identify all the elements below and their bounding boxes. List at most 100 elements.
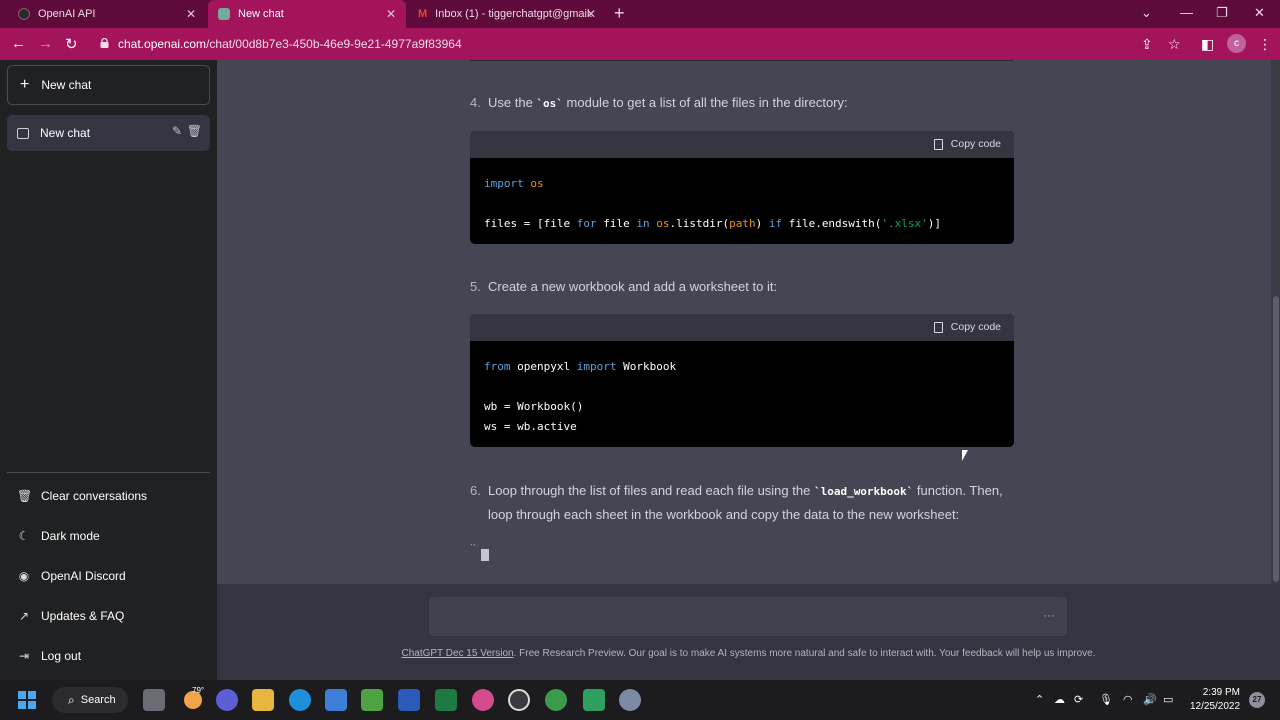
clipboard-icon (933, 321, 943, 333)
tab-openai-api[interactable]: OpenAI API ✕ (8, 0, 206, 28)
chat-title: New chat (40, 126, 91, 140)
taskbar-clock[interactable]: 2:39 PM 12/25/2022 (1190, 686, 1240, 714)
side-panel-icon[interactable]: ◧ (1201, 36, 1214, 53)
reload-icon[interactable]: ↻ (65, 35, 78, 53)
step-4-text: 4. Use the `os` module to get a list of a… (470, 91, 848, 116)
edit-pencil-icon[interactable]: ✎ (172, 124, 182, 138)
sidebar-item-clear-conversations[interactable]: 🗑 Clear conversations (7, 478, 210, 514)
chrome-icon[interactable] (545, 689, 567, 711)
weather-widget[interactable]: 79° (184, 686, 204, 709)
sidebar-item-openai-discord[interactable]: ◉ OpenAI Discord (7, 558, 210, 594)
step-number: 6. (470, 483, 481, 498)
forward-arrow-icon[interactable]: → (38, 35, 53, 52)
footer-text: . Free Research Preview. Our goal is to … (513, 648, 1096, 659)
sync-icon[interactable]: ⟳ (1074, 693, 1083, 706)
chat-app-icon[interactable] (216, 689, 238, 711)
tab-gmail-inbox[interactable]: M Inbox (1) - tiggerchatgpt@gmail. ✕ (408, 0, 606, 28)
discord-icon: ◉ (18, 569, 30, 583)
footer-disclaimer: ChatGPT Dec 15 Version. Free Research Pr… (217, 648, 1280, 659)
share-icon[interactable]: ⇪ (1141, 36, 1153, 53)
new-tab-icon[interactable]: + (614, 3, 625, 24)
step-6-continuation: loop through each sheet in the workbook … (488, 507, 960, 522)
volume-icon[interactable]: 🔊 (1143, 693, 1157, 706)
messaging-app-icon[interactable] (583, 689, 605, 711)
moon-icon: ☾ (18, 529, 30, 543)
code-block-header: Copy code (470, 131, 1014, 158)
scrollbar-thumb[interactable] (1273, 296, 1279, 582)
cloud-icon[interactable]: ☁ (1054, 693, 1065, 706)
word-icon[interactable] (398, 689, 420, 711)
wifi-icon[interactable]: ◠ (1123, 693, 1133, 706)
window-close-icon[interactable]: ✕ (1254, 5, 1265, 21)
step-number: 5. (470, 279, 481, 294)
chat-bubble-icon (17, 127, 29, 139)
code-content: from openpyxl import Workbook wb = Workb… (484, 360, 677, 433)
step-number: 4. (470, 95, 481, 110)
tab-label: OpenAI API (38, 8, 96, 20)
edge-icon[interactable] (289, 689, 311, 711)
delete-trash-icon[interactable]: 🗑 (187, 124, 202, 138)
address-bar: ← → ↻ chat.openai.com/chat/00d8b7e3-450b… (0, 28, 1280, 60)
trash-icon: 🗑 (17, 489, 33, 503)
browser-tab-bar: OpenAI API ✕ New chat ✕ M Inbox (1) - ti… (0, 0, 1280, 28)
step-5-text: 5. Create a new workbook and add a worksh… (470, 275, 777, 299)
file-explorer-icon[interactable] (252, 689, 274, 711)
sidebar-item-label: OpenAI Discord (41, 569, 126, 583)
bookmark-star-icon[interactable]: ☆ (1168, 36, 1181, 53)
inline-code: `os` (536, 97, 563, 110)
clock-time: 2:39 PM (1202, 687, 1240, 698)
version-link[interactable]: ChatGPT Dec 15 Version (401, 648, 513, 659)
copy-code-button[interactable]: Copy code (933, 321, 1001, 333)
sidebar-item-log-out[interactable]: ⇥ Log out (7, 638, 210, 674)
tray-chevron-icon[interactable]: ⌃ (1035, 693, 1044, 706)
streaming-cursor (481, 549, 489, 561)
profile-avatar[interactable]: c (1227, 34, 1246, 53)
code-block-header: Copy code (470, 314, 1014, 341)
sidebar-item-dark-mode[interactable]: ☾ Dark mode (7, 518, 210, 554)
openai-favicon-icon (18, 8, 30, 20)
sidebar-item-label: Log out (41, 649, 82, 663)
minimize-icon[interactable]: — (1180, 5, 1193, 20)
message-input[interactable]: ··· (429, 597, 1067, 636)
gmail-favicon-icon: M (418, 8, 428, 20)
url-field[interactable]: chat.openai.com/chat/00d8b7e3-450b-46e9-… (118, 37, 462, 51)
notification-badge[interactable]: 27 (1249, 692, 1265, 708)
close-tab-icon[interactable]: ✕ (386, 7, 396, 21)
close-tab-icon[interactable]: ✕ (186, 7, 196, 21)
tab-label: Inbox (1) - tiggerchatgpt@gmail. (435, 8, 593, 20)
settings-gear-icon[interactable] (619, 689, 641, 711)
battery-icon[interactable]: ▭ (1163, 693, 1173, 706)
microphone-icon[interactable]: 🎙 (1099, 693, 1113, 706)
taskbar-search[interactable]: ⌕ Search (52, 687, 128, 713)
task-view-icon[interactable] (143, 689, 165, 711)
copy-code-button[interactable]: Copy code (933, 138, 1001, 150)
close-tab-icon[interactable]: ✕ (586, 7, 596, 21)
composer-area: ··· ChatGPT Dec 15 Version. Free Researc… (217, 584, 1280, 680)
sidebar-item-label: Updates & FAQ (41, 609, 125, 623)
inline-code: `load_workbook` (813, 485, 914, 498)
chrome-dev-icon[interactable] (508, 689, 530, 711)
external-link-icon: ↗ (18, 609, 30, 623)
lock-icon[interactable] (100, 38, 109, 48)
sidebar-item-updates-faq[interactable]: ↗ Updates & FAQ (7, 598, 210, 634)
maximize-icon[interactable]: ❐ (1216, 5, 1228, 21)
browser-menu-icon[interactable]: ⋮ (1258, 36, 1272, 53)
excel-icon[interactable] (435, 689, 457, 711)
store-icon[interactable] (325, 689, 347, 711)
clock-date: 12/25/2022 (1190, 701, 1241, 712)
back-arrow-icon[interactable]: ← (11, 35, 26, 52)
step-text: Create a new workbook and add a workshee… (488, 279, 778, 294)
tab-label: New chat (238, 8, 284, 20)
notepad-plus-icon[interactable] (361, 689, 383, 711)
chrome-profile-icon[interactable] (472, 689, 494, 711)
logout-icon: ⇥ (18, 649, 30, 663)
tab-search-chevron-icon[interactable]: ⌄ (1141, 5, 1152, 21)
sidebar: + New chat New chat ✎ 🗑 🗑 Clear conversa… (0, 60, 217, 680)
chat-history-item[interactable]: New chat ✎ 🗑 (7, 115, 210, 151)
new-chat-button[interactable]: + New chat (7, 65, 210, 105)
clipboard-icon (933, 138, 943, 150)
tab-new-chat[interactable]: New chat ✕ (208, 0, 406, 28)
windows-start-icon[interactable] (18, 691, 36, 709)
plus-icon: + (20, 76, 30, 93)
step-text: Loop through the list of files and read … (488, 483, 814, 498)
